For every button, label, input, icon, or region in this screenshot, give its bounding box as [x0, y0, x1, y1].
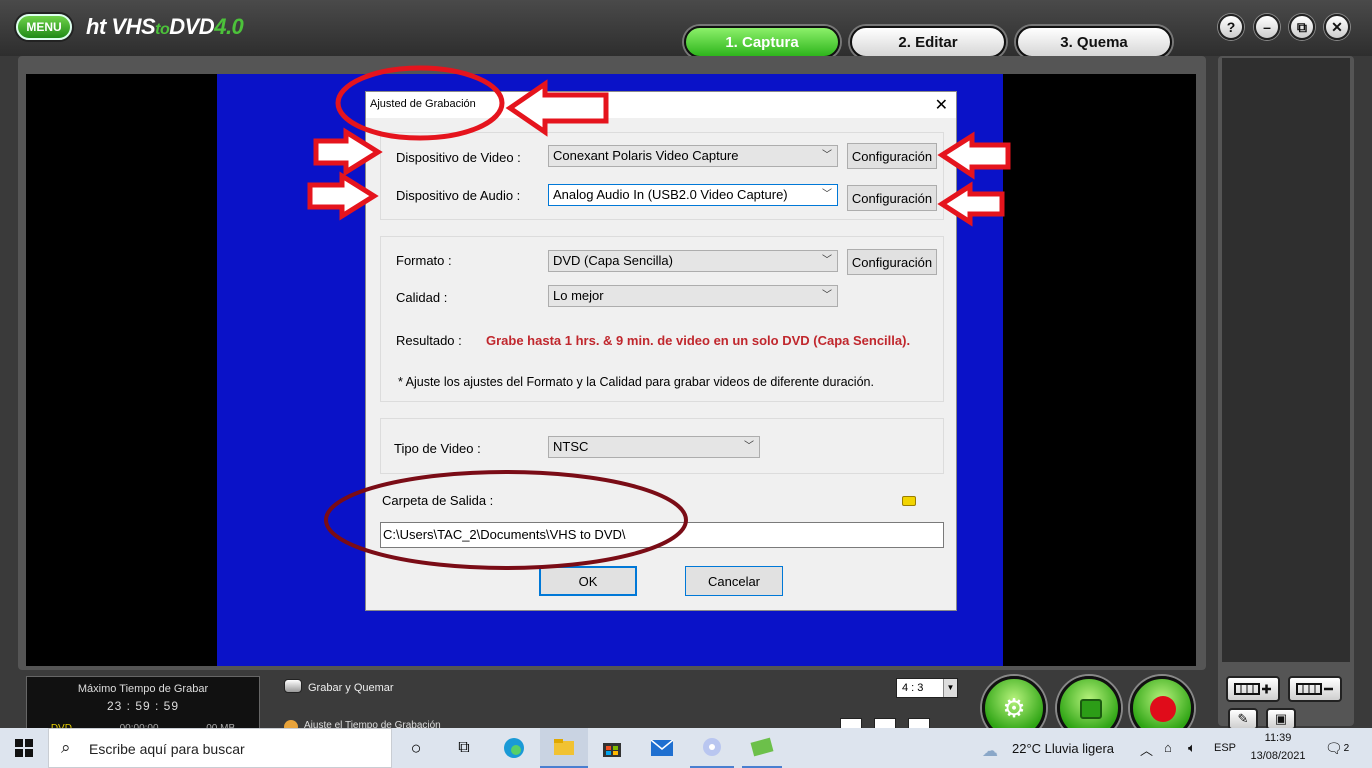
result-label: Resultado :	[396, 333, 462, 348]
folder-icon[interactable]	[902, 496, 916, 506]
tab-edit[interactable]: 2. Editar	[850, 26, 1006, 58]
network-icon[interactable]: ⌂	[1164, 740, 1172, 755]
format-value: DVD (Capa Sencilla)	[553, 253, 673, 268]
audio-device-select[interactable]: Analog Audio In (USB2.0 Video Capture) ﹀	[548, 184, 838, 206]
quality-select[interactable]: Lo mejor ﹀	[548, 285, 838, 307]
output-folder-field[interactable]: C:\Users\TAC_2\Documents\VHS to DVD\	[380, 522, 944, 548]
save-icon: ▣	[1274, 711, 1288, 726]
chevron-down-icon: ▼	[943, 679, 957, 697]
tab-burn[interactable]: 3. Quema	[1016, 26, 1172, 58]
pencil-icon: ✎	[1237, 711, 1249, 726]
stop-icon	[1080, 699, 1102, 719]
logo-prefix: ht	[86, 14, 106, 39]
vhs-to-dvd-taskbar-icon[interactable]	[742, 728, 782, 768]
chevron-down-icon: ﹀	[822, 189, 832, 200]
format-select[interactable]: DVD (Capa Sencilla) ﹀	[548, 250, 838, 272]
video-device-label: Dispositivo de Video :	[396, 150, 521, 165]
video-device-value: Conexant Polaris Video Capture	[553, 148, 739, 163]
logo-version: 4.0	[214, 14, 244, 39]
restore-button[interactable]: ⧉	[1289, 14, 1315, 40]
add-clip-button[interactable]	[1226, 676, 1280, 702]
app-logo: ht VHStoDVD4.0	[86, 14, 244, 40]
result-value: Grabe hasta 1 hrs. & 9 min. de video en …	[486, 333, 911, 348]
record-time-panel: Máximo Tiempo de Grabar 23 : 59 : 59 DVD…	[26, 676, 260, 736]
aspect-ratio-value: 4 : 3	[902, 682, 924, 694]
speaker-icon[interactable]: 🔈︎	[1188, 740, 1196, 756]
close-app-button[interactable]: ✕	[1324, 14, 1350, 40]
vhs-to-dvd-window: MENU ht VHStoDVD4.0 1. Captura 2. Editar…	[0, 0, 1372, 740]
audio-config-button[interactable]: Configuración	[847, 185, 937, 211]
chevron-down-icon: ﹀	[822, 290, 832, 301]
help-button[interactable]: ?	[1218, 14, 1244, 40]
taskbar-search[interactable]: ⌕ Escribe aquí para buscar	[48, 728, 392, 768]
max-time-title: Máximo Tiempo de Grabar	[77, 683, 209, 695]
chevron-down-icon: ﹀	[744, 441, 754, 452]
weather-text[interactable]: 22°C Lluvia ligera	[1012, 741, 1114, 756]
chevron-down-icon: ﹀	[822, 255, 832, 266]
store-icon[interactable]	[594, 728, 630, 768]
notifications-icon[interactable]: 🗨︎ 2	[1322, 728, 1352, 768]
clock-date[interactable]: 13/08/2021	[1246, 750, 1310, 762]
output-folder-label: Carpeta de Salida :	[382, 493, 494, 508]
burn-toggle[interactable]	[284, 679, 302, 693]
cancel-button[interactable]: Cancelar	[685, 566, 783, 596]
audio-device-value: Analog Audio In (USB2.0 Video Capture)	[553, 187, 788, 202]
tab-capture[interactable]: 1. Captura	[684, 26, 840, 58]
quality-label: Calidad :	[396, 290, 448, 305]
clip-list	[1222, 58, 1350, 662]
menu-button[interactable]: MENU	[16, 14, 72, 40]
step-tabs: 1. Captura 2. Editar 3. Quema	[684, 26, 1172, 58]
edge-icon[interactable]	[496, 728, 532, 768]
film-remove-icon	[1296, 683, 1333, 695]
logo-dvd: DVD	[169, 14, 215, 39]
remove-clip-button[interactable]	[1288, 676, 1342, 702]
recording-settings-dialog: Ajusted de Grabación ✕ Dispositivo de Vi…	[365, 91, 957, 611]
dvd-tool-icon[interactable]	[690, 728, 734, 768]
save-clip-button[interactable]: ▣	[1266, 708, 1296, 730]
aspect-ratio-select[interactable]: 4 : 3 ▼	[896, 678, 958, 698]
video-type-label: Tipo de Video :	[394, 441, 481, 456]
logo-vhs: VHS	[111, 14, 156, 39]
language-indicator[interactable]: ESP	[1214, 742, 1236, 754]
task-view-icon[interactable]: ⧉	[446, 728, 482, 768]
video-device-select[interactable]: Conexant Polaris Video Capture ﹀	[548, 145, 838, 167]
search-icon: ⌕	[61, 738, 71, 757]
search-placeholder: Escribe aquí para buscar	[89, 741, 245, 757]
notifications-count: 2	[1343, 742, 1350, 754]
video-type-select[interactable]: NTSC ﹀	[548, 436, 760, 458]
chevron-down-icon: ﹀	[822, 150, 832, 161]
dialog-title-bar: Ajusted de Grabación ✕	[366, 92, 956, 118]
max-time-value: 23 : 59 : 59	[106, 699, 180, 713]
cortana-icon[interactable]: ○	[398, 728, 434, 768]
record-icon	[1150, 696, 1176, 722]
file-explorer-icon[interactable]	[540, 728, 588, 768]
edit-clip-button[interactable]: ✎	[1228, 708, 1258, 730]
weather-icon: ☁	[982, 743, 998, 760]
clock-time[interactable]: 11:39	[1246, 732, 1310, 744]
chevron-up-icon[interactable]: ︿	[1140, 740, 1153, 759]
audio-device-label: Dispositivo de Audio :	[396, 188, 521, 203]
video-config-button[interactable]: Configuración	[847, 143, 937, 169]
format-label: Formato :	[396, 253, 452, 268]
start-button[interactable]	[0, 728, 48, 768]
film-add-icon	[1234, 683, 1271, 695]
windows-logo-icon	[15, 739, 33, 757]
format-config-button[interactable]: Configuración	[847, 249, 937, 275]
dialog-title: Ajusted de Grabación	[370, 98, 476, 110]
quality-value: Lo mejor	[553, 288, 604, 303]
logo-to: to	[155, 21, 170, 38]
format-note: * Ajuste los ajustes del Formato y la Ca…	[398, 375, 874, 389]
burn-option-label: Grabar y Quemar	[308, 682, 394, 694]
minimize-button[interactable]: –	[1254, 14, 1280, 40]
dialog-close-button[interactable]: ✕	[935, 95, 948, 115]
mail-icon[interactable]	[644, 728, 680, 768]
video-type-value: NTSC	[553, 439, 589, 454]
gear-icon: ⚙	[1002, 692, 1026, 723]
ok-button[interactable]: OK	[539, 566, 637, 596]
